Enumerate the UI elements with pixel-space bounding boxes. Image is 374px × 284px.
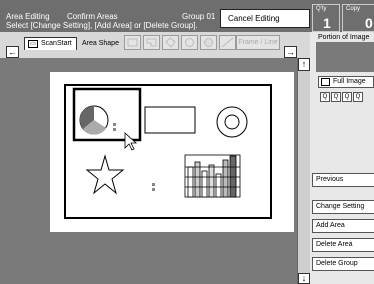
document-frame [64,84,272,219]
pie-chart-graphic [79,105,109,135]
target-circle-graphic [216,106,248,138]
rectangle-graphic [144,106,196,134]
previous-button[interactable]: Previous [312,173,374,187]
copy-counter: Copy 0 [342,4,374,32]
polygon-icon [146,38,157,47]
zoom-reset-icon[interactable]: Q [353,92,363,102]
freehand-icon [165,37,176,48]
copy-value: 0 [365,15,373,31]
cursor-icon [124,132,138,151]
scroll-left-icon[interactable]: ← [6,46,19,58]
full-image-button[interactable]: Full Image [318,76,374,88]
line-shape-button[interactable] [219,35,236,50]
rectangle-icon [127,38,138,47]
sub-title: Confirm Areas [67,12,118,21]
portion-preview [316,42,374,72]
quantity-counter: Q'ty 1 [312,4,340,32]
group-label: Group 01 [182,12,216,21]
marker-dot [152,188,155,191]
frame-line-button[interactable]: Frame / Line [236,35,280,50]
add-area-button[interactable]: Add Area [312,219,374,233]
delete-group-button[interactable]: Delete Group [312,257,374,271]
marker-dot [152,183,155,186]
scroll-up-icon[interactable]: ↑ [298,58,310,71]
zoom-out-icon[interactable]: Q [331,92,341,102]
quantity-value: 1 [323,15,331,31]
area-shape-label: Area Shape [82,40,119,47]
circle-icon [185,38,194,47]
full-image-label: Full Image [333,78,366,85]
scan-icon: ▭ [28,40,38,48]
cancel-editing-button[interactable]: Cancel Editing [220,9,310,28]
bar-chart-graphic [184,154,241,198]
scan-start-button[interactable]: ▭ ScanStart [24,37,77,51]
rectangle-shape-button[interactable] [124,35,141,50]
zoom-fit-icon[interactable]: Q [342,92,352,102]
quantity-label: Q'ty [316,6,327,12]
instruction-text: Select [Change Setting], [Add Area] or [… [6,21,198,30]
copy-label: Copy [346,6,361,12]
scroll-down-icon[interactable]: ↓ [298,273,310,284]
portion-of-image-label: Portion of Image [318,34,370,41]
freehand-shape-button[interactable] [162,35,179,50]
scan-start-label: ScanStart [41,40,72,47]
ellipse-shape-button[interactable] [200,35,217,50]
polygon-shape-button[interactable] [143,35,160,50]
mode-title: Area Editing [6,12,50,21]
scroll-right-icon[interactable]: → [284,46,297,58]
delete-area-button[interactable]: Delete Area [312,238,374,252]
page-content [64,84,272,219]
line-icon [221,37,234,48]
full-image-icon [321,78,330,86]
change-setting-button[interactable]: Change Setting [312,200,374,214]
ellipse-icon [204,38,213,47]
marker-dot [113,123,116,126]
star-graphic [85,154,125,195]
zoom-in-icon[interactable]: Q [320,92,330,102]
marker-dot [113,128,116,131]
circle-shape-button[interactable] [181,35,198,50]
vertical-scrollbar[interactable] [297,58,310,284]
